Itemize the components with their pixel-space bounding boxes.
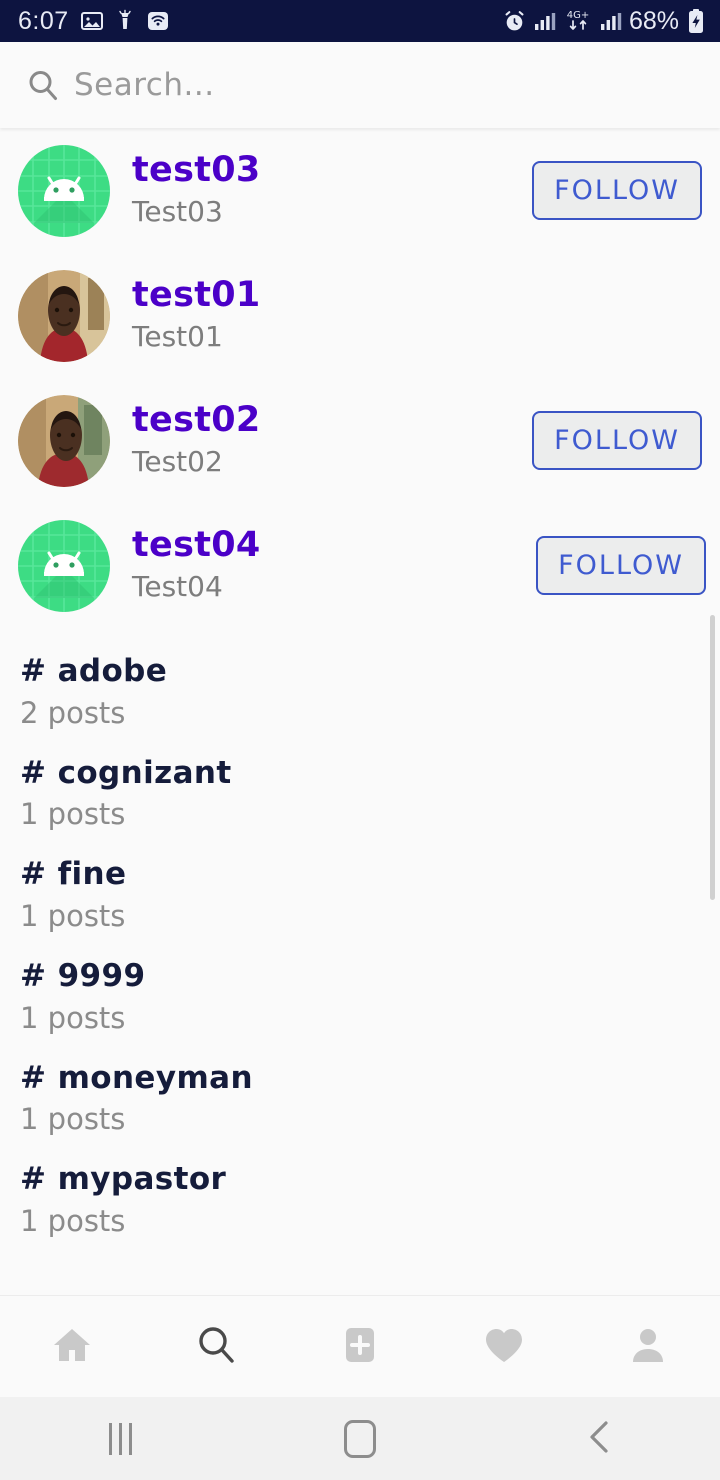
tab-add-post[interactable] <box>288 1321 432 1373</box>
hashtag-count: 1 posts <box>20 1102 126 1137</box>
user-handle: test01 <box>132 274 261 315</box>
hashtag-name: # 9999 <box>20 957 146 994</box>
hashtag-count: 1 posts <box>20 1203 126 1238</box>
user-row[interactable]: test03 Test03 FOLLOW <box>0 128 720 253</box>
tab-search[interactable] <box>144 1321 288 1373</box>
svg-text:4G+: 4G+ <box>567 10 590 21</box>
person-icon <box>624 1321 672 1373</box>
follow-button[interactable]: FOLLOW <box>536 536 706 595</box>
hashtag-item[interactable]: # adobe 2 posts <box>0 642 720 744</box>
user-display-name: Test01 <box>132 319 223 353</box>
user-row[interactable]: test01 Test01 <box>0 253 720 378</box>
status-bar-left: 6:07 <box>18 7 170 36</box>
search-icon <box>26 68 60 102</box>
status-bar-right: 4G+ 68% <box>502 7 706 36</box>
status-bar: 6:07 4G+ 68% <box>0 0 720 42</box>
hashtag-name: # mypastor <box>20 1161 227 1198</box>
hashtag-item[interactable]: # cognizant 1 posts <box>0 744 720 846</box>
android-nav-bar <box>0 1397 720 1480</box>
hashtag-name: # fine <box>20 856 127 893</box>
status-time: 6:07 <box>18 6 69 35</box>
bottom-tab-bar <box>0 1295 720 1397</box>
data-transfer-icon: 4G+ <box>563 8 593 34</box>
user-meta: test01 Test01 <box>132 274 550 356</box>
home-square-icon <box>344 1419 376 1458</box>
hashtag-item[interactable]: # 9999 1 posts <box>0 947 720 1049</box>
hashtag-item[interactable]: # mypastor 1 posts <box>0 1150 720 1252</box>
nav-home-button[interactable] <box>240 1419 480 1458</box>
follow-button[interactable]: FOLLOW <box>532 411 702 470</box>
hashtag-count: 1 posts <box>20 898 126 933</box>
content-scroll-area[interactable]: test03 Test03 FOLLOW test01 Test01 test0… <box>0 128 720 1295</box>
signal-bars-icon <box>534 10 556 32</box>
scrollbar-thumb[interactable] <box>710 615 715 900</box>
user-meta: test03 Test03 <box>132 149 532 231</box>
add-box-icon <box>336 1321 384 1373</box>
avatar[interactable] <box>18 519 110 612</box>
heart-icon <box>480 1321 528 1373</box>
hashtag-name: # cognizant <box>20 754 232 791</box>
tab-home[interactable] <box>0 1321 144 1373</box>
recents-icon <box>108 1422 132 1455</box>
flashlight-icon <box>115 9 135 33</box>
avatar[interactable] <box>18 144 110 237</box>
user-meta: test02 Test02 <box>132 399 532 481</box>
user-handle: test03 <box>132 149 261 190</box>
battery-percent: 68% <box>628 6 679 35</box>
search-bar <box>0 42 720 128</box>
search-input[interactable] <box>74 67 694 103</box>
user-row[interactable]: test04 Test04 FOLLOW <box>0 503 720 628</box>
hashtag-name: # moneyman <box>20 1059 253 1096</box>
hashtag-name: # adobe <box>20 653 168 689</box>
hashtag-count: 1 posts <box>20 797 126 832</box>
hashtag-count: 1 posts <box>20 1000 126 1035</box>
avatar[interactable] <box>18 394 110 487</box>
battery-charging-icon <box>686 8 706 34</box>
hashtag-item[interactable]: # fine 1 posts <box>0 845 720 947</box>
search-icon <box>192 1321 240 1373</box>
image-icon <box>80 9 104 33</box>
user-meta: test04 Test04 <box>132 524 536 606</box>
signal-bars-icon-2 <box>600 10 622 32</box>
user-handle: test02 <box>132 399 261 440</box>
hashtag-item[interactable]: # moneyman 1 posts <box>0 1049 720 1151</box>
follow-button[interactable]: FOLLOW <box>532 161 702 220</box>
home-icon <box>48 1321 96 1373</box>
user-display-name: Test04 <box>132 569 223 603</box>
user-handle: test04 <box>132 524 261 565</box>
hashtag-count: 2 posts <box>20 695 126 730</box>
avatar[interactable] <box>18 269 110 362</box>
back-chevron-icon <box>583 1418 617 1460</box>
user-display-name: Test02 <box>132 444 223 478</box>
phone-screen: 6:07 4G+ 68% Search... test03 Test03 FOL… <box>0 0 720 1480</box>
tab-profile[interactable] <box>576 1321 720 1373</box>
user-display-name: Test03 <box>132 194 223 228</box>
wifi-icon <box>146 9 170 33</box>
hashtag-list: # adobe 2 posts # cognizant 1 posts # fi… <box>0 628 720 1252</box>
tab-activity[interactable] <box>432 1321 576 1373</box>
nav-recents-button[interactable] <box>0 1422 240 1455</box>
alarm-icon <box>502 9 527 34</box>
user-row[interactable]: test02 Test02 FOLLOW <box>0 378 720 503</box>
nav-back-button[interactable] <box>480 1418 720 1460</box>
